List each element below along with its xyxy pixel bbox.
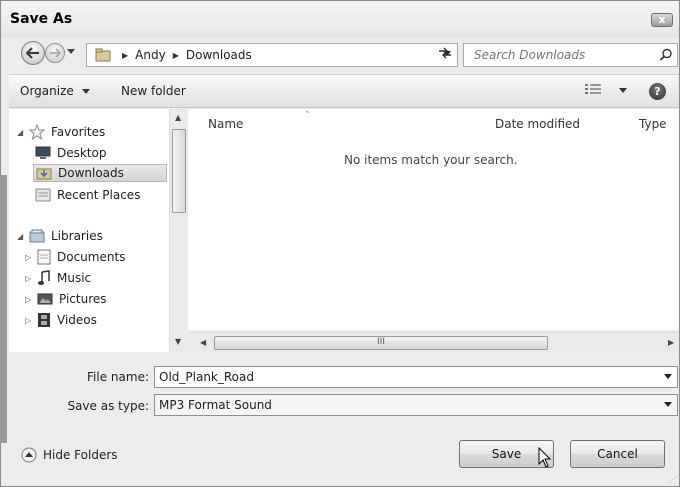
file-name-field[interactable]: Old_Plank_Road: [154, 366, 678, 388]
cancel-button[interactable]: Cancel: [570, 440, 665, 468]
scrollbar-grip-icon: III: [377, 337, 385, 347]
recent-pages-dropdown-icon[interactable]: [67, 49, 75, 55]
search-box[interactable]: [463, 43, 678, 67]
title-bar: Save As x: [1, 1, 679, 37]
breadcrumb-andy[interactable]: Andy: [135, 48, 166, 62]
search-input[interactable]: [464, 44, 649, 66]
mouse-cursor-icon: [538, 447, 552, 468]
window-edge: [0, 175, 7, 443]
file-name-label: File name:: [87, 370, 149, 384]
organize-button[interactable]: Organize: [20, 84, 90, 98]
nav-libraries[interactable]: ◢ Libraries: [17, 227, 103, 245]
close-button[interactable]: x: [651, 13, 673, 27]
expand-triangle-icon[interactable]: ◢: [17, 232, 25, 241]
expand-triangle-icon[interactable]: ◢: [17, 128, 25, 137]
close-icon: x: [658, 13, 666, 26]
libraries-icon: [29, 229, 45, 243]
nav-item-label: Recent Places: [57, 188, 141, 202]
forward-arrow-icon: [50, 48, 61, 58]
file-name-value[interactable]: Old_Plank_Road: [159, 370, 254, 384]
sort-ascending-icon: ˄: [305, 111, 310, 121]
collapse-up-icon: [21, 447, 37, 463]
save-as-type-label: Save as type:: [67, 399, 149, 413]
file-list[interactable]: Name ˄ Date modified Type No items match…: [188, 109, 679, 330]
back-button[interactable]: [21, 41, 45, 65]
star-icon: [29, 124, 45, 140]
nav-libraries-label: Libraries: [51, 229, 103, 243]
column-name-label: Name: [208, 117, 244, 131]
navigation-pane: ◢ Favorites Desktop Downloads Recent Pla…: [9, 109, 169, 352]
breadcrumb-downloads[interactable]: Downloads: [186, 48, 252, 62]
downloads-folder-icon: [36, 166, 52, 180]
empty-folder-message: No items match your search.: [344, 153, 518, 167]
forward-button[interactable]: [45, 43, 65, 63]
chevron-down-icon: [81, 89, 90, 94]
resize-grip-icon[interactable]: ⋰: [669, 475, 677, 484]
nav-item-desktop[interactable]: Desktop: [35, 144, 107, 162]
help-icon: ?: [654, 85, 661, 98]
folder-icon: [95, 48, 111, 62]
nav-item-label: Videos: [57, 313, 97, 327]
column-header-type[interactable]: Type: [639, 117, 667, 131]
refresh-icon: [439, 47, 451, 59]
scroll-up-icon[interactable]: ▲: [175, 113, 181, 122]
pictures-icon: [37, 292, 53, 306]
nav-item-recent-places[interactable]: Recent Places: [35, 186, 140, 204]
breadcrumb-separator-icon: ▶: [122, 50, 129, 60]
organize-label: Organize: [20, 84, 74, 98]
change-view-button[interactable]: [585, 84, 627, 97]
chevron-down-icon[interactable]: [664, 374, 672, 380]
nav-favorites-label: Favorites: [51, 125, 106, 139]
save-as-type-value: MP3 Format Sound: [159, 398, 272, 412]
scrollbar-thumb[interactable]: III: [214, 336, 548, 350]
recent-places-icon: [35, 188, 51, 202]
back-arrow-icon: [26, 47, 39, 59]
search-icon[interactable]: [659, 48, 673, 62]
save-as-dialog: Save As x ▶ Andy ▶ Downloads Search Down…: [0, 0, 680, 487]
scroll-down-icon[interactable]: ▼: [175, 337, 181, 346]
collapsed-triangle-icon[interactable]: ▷: [25, 316, 33, 325]
chevron-down-icon[interactable]: [664, 402, 672, 408]
save-as-type-select[interactable]: MP3 Format Sound: [154, 394, 678, 416]
nav-favorites[interactable]: ◢ Favorites: [17, 123, 105, 141]
refresh-button[interactable]: [433, 46, 457, 64]
nav-item-pictures[interactable]: ▷ Pictures: [25, 290, 107, 308]
navigation-pane-scrollbar[interactable]: ▲ ▼: [169, 109, 187, 352]
scroll-left-icon[interactable]: ◀: [200, 338, 206, 347]
documents-icon: [37, 249, 51, 265]
help-button[interactable]: ?: [649, 83, 666, 100]
column-header-name[interactable]: Name: [208, 117, 243, 131]
music-icon: [37, 270, 51, 286]
address-bar[interactable]: ▶ Andy ▶ Downloads: [86, 43, 458, 67]
column-header-date-modified[interactable]: Date modified: [495, 117, 580, 131]
nav-item-music[interactable]: ▷ Music: [25, 269, 91, 287]
scroll-right-icon[interactable]: ▶: [668, 338, 674, 347]
file-list-horizontal-scrollbar[interactable]: ◀ III ▶: [188, 332, 679, 352]
chevron-down-icon: [618, 88, 627, 93]
videos-icon: [37, 312, 51, 328]
scrollbar-thumb[interactable]: [172, 129, 186, 213]
nav-item-documents[interactable]: ▷ Documents: [25, 248, 125, 266]
nav-item-label: Pictures: [59, 292, 107, 306]
nav-item-label: Desktop: [57, 146, 107, 160]
collapsed-triangle-icon[interactable]: ▷: [25, 274, 33, 283]
breadcrumb-separator-icon: ▶: [172, 50, 179, 60]
nav-item-label: Music: [57, 271, 92, 285]
new-folder-button[interactable]: New folder: [121, 84, 186, 98]
view-options-icon: [585, 84, 601, 94]
dialog-title: Save As: [10, 11, 73, 27]
hide-folders-button[interactable]: Hide Folders: [21, 447, 118, 463]
desktop-icon: [35, 146, 51, 160]
nav-item-label: Downloads: [58, 166, 124, 180]
collapsed-triangle-icon[interactable]: ▷: [25, 295, 33, 304]
hide-folders-label: Hide Folders: [43, 448, 118, 462]
toolbar: Organize New folder ?: [9, 74, 679, 108]
nav-item-label: Documents: [57, 250, 126, 264]
collapsed-triangle-icon[interactable]: ▷: [25, 253, 33, 262]
nav-item-videos[interactable]: ▷ Videos: [25, 311, 97, 329]
nav-item-downloads[interactable]: Downloads: [33, 164, 167, 182]
